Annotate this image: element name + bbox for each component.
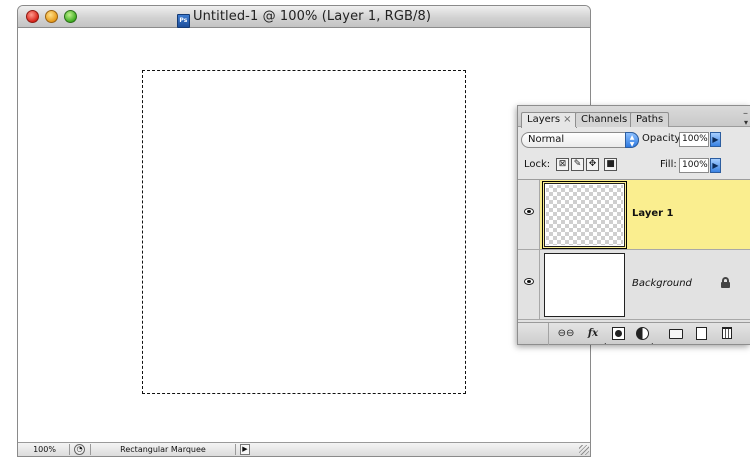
visibility-toggle[interactable]	[518, 250, 540, 319]
window-titlebar[interactable]: Ps Untitled-1 @ 100% (Layer 1, RGB/8)	[18, 6, 590, 28]
layer-row-layer-1[interactable]: Layer 1	[518, 180, 750, 250]
opacity-field[interactable]: 100%	[679, 132, 709, 147]
delete-layer-trash-icon[interactable]	[722, 327, 732, 339]
button-bar-divider	[548, 323, 549, 345]
layer-lock-icon	[721, 277, 730, 288]
tab-close-icon[interactable]: ×	[563, 114, 571, 125]
lock-transparent-pixels-icon[interactable]: ⊠	[556, 158, 569, 171]
blend-mode-select[interactable]: Normal ▲ ▼	[521, 132, 639, 148]
fill-label: Fill:	[660, 159, 677, 170]
new-layer-icon[interactable]	[696, 327, 707, 340]
layer-style-menu-dot: .	[604, 337, 607, 346]
eye-icon	[524, 278, 534, 285]
new-group-folder-icon[interactable]	[669, 329, 683, 339]
tab-paths[interactable]: Paths	[630, 112, 670, 127]
tab-channels-label: Channels	[581, 114, 628, 125]
layer-thumbnail-transparent	[542, 181, 627, 249]
tab-channels[interactable]: Channels	[575, 112, 634, 127]
layer-name[interactable]: Layer 1	[632, 208, 673, 219]
add-layer-mask-icon[interactable]	[612, 327, 625, 340]
layers-list: Layer 1 Background	[518, 179, 750, 322]
tab-paths-label: Paths	[636, 114, 664, 125]
layer-thumbnail-white	[544, 253, 625, 317]
lock-all-icon[interactable]: ■	[604, 158, 617, 171]
layer-style-fx-icon[interactable]: fx	[582, 327, 604, 340]
status-info-text: Rectangular Marquee	[90, 444, 236, 455]
window-title: Untitled-1 @ 100% (Layer 1, RGB/8)	[192, 9, 432, 24]
layers-palette: Layers × Channels Paths – ▾ Normal ▲ ▼ Opa…	[517, 105, 750, 346]
tab-layers[interactable]: Layers ×	[521, 112, 578, 128]
blend-mode-value: Normal	[528, 134, 565, 145]
opacity-slider-arrow-icon[interactable]: ▶	[710, 132, 721, 147]
select-stepper-icon[interactable]: ▲ ▼	[625, 132, 639, 148]
document-status-bar: 100% ◔ Rectangular Marquee ▶	[18, 442, 590, 456]
palette-menu-icon[interactable]: ▾	[744, 118, 748, 127]
tab-layers-label: Layers	[527, 114, 561, 125]
document-window: Ps Untitled-1 @ 100% (Layer 1, RGB/8) 100…	[17, 5, 591, 457]
lock-label: Lock:	[524, 159, 551, 170]
adjustment-layer-icon[interactable]	[636, 327, 649, 340]
window-resize-grip[interactable]	[579, 445, 589, 455]
adjustment-menu-dot: .	[651, 337, 654, 346]
fill-field[interactable]: 100%	[679, 158, 709, 173]
opacity-label: Opacity:	[642, 133, 684, 144]
zoom-level-field[interactable]: 100%	[20, 444, 70, 455]
palette-tab-bar: Layers × Channels Paths – ▾	[518, 106, 750, 128]
eye-icon	[524, 208, 534, 215]
fill-slider-arrow-icon[interactable]: ▶	[710, 158, 721, 173]
visibility-toggle[interactable]	[518, 180, 540, 249]
document-canvas[interactable]	[18, 28, 590, 442]
layer-name[interactable]: Background	[632, 278, 692, 289]
layer-row-background[interactable]: Background	[518, 250, 750, 320]
window-title-wrap: Ps Untitled-1 @ 100% (Layer 1, RGB/8)	[18, 9, 590, 28]
status-menu-arrow-icon[interactable]: ▶	[240, 444, 250, 455]
lock-image-pixels-icon[interactable]: ✎	[571, 158, 584, 171]
link-layers-icon[interactable]: ⊖⊖	[556, 327, 576, 340]
status-info-icon[interactable]: ◔	[74, 444, 85, 455]
marquee-selection[interactable]	[142, 70, 466, 394]
photoshop-document-icon: Ps	[176, 14, 190, 28]
lock-position-icon[interactable]: ✥	[586, 158, 599, 171]
palette-button-bar: ⊖⊖ fx . .	[518, 322, 750, 346]
